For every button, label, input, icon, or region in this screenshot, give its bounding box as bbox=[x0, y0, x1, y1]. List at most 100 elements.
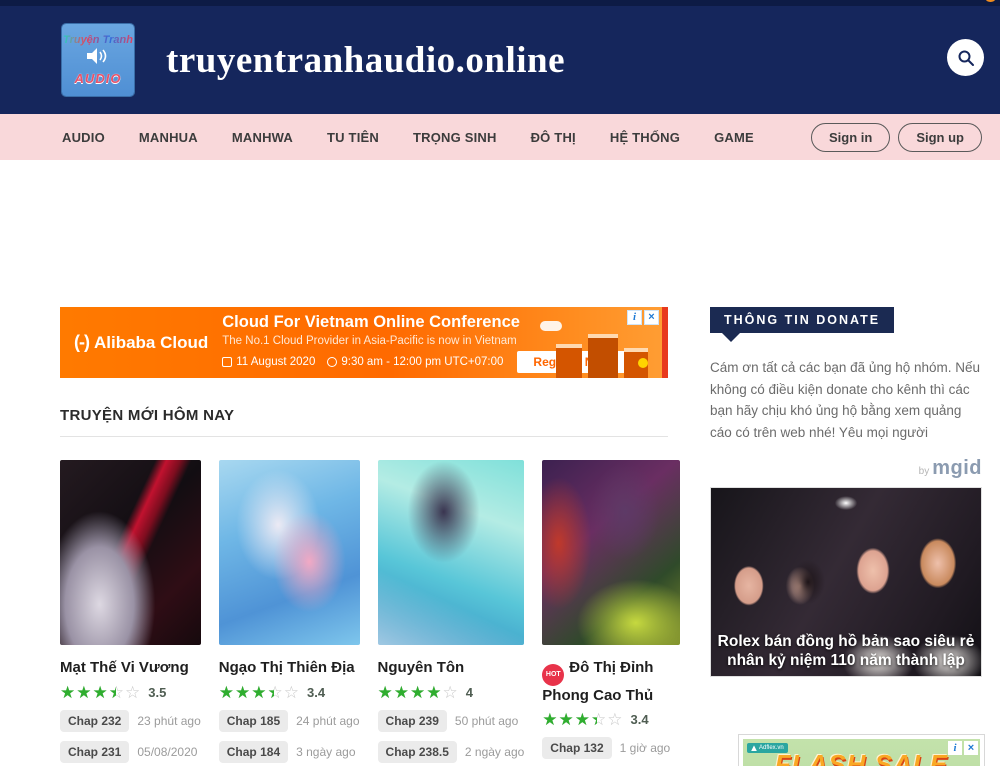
ad-network-icon bbox=[751, 745, 757, 751]
star-icon: ☆★ bbox=[251, 684, 266, 701]
clock-icon bbox=[327, 357, 337, 367]
site-title[interactable]: truyentranhaudio.online bbox=[166, 39, 565, 82]
section-title: TRUYỆN MỚI HÔM NAY bbox=[60, 407, 668, 424]
ad-headline: Cloud For Vietnam Online Conference bbox=[222, 312, 645, 333]
ad-info-icon[interactable]: i bbox=[627, 310, 642, 325]
rating-row: ☆★☆★☆★☆★☆★ 3.4 bbox=[219, 684, 360, 701]
star-rating: ☆★☆★☆★☆★☆★ bbox=[60, 684, 141, 701]
ad-close-icon[interactable]: × bbox=[644, 310, 659, 325]
location-pin-icon bbox=[634, 356, 647, 369]
star-icon: ☆★ bbox=[394, 684, 409, 701]
chapter-link[interactable]: Chap 185 bbox=[219, 710, 288, 732]
chapter-time: 50 phút ago bbox=[455, 714, 518, 728]
chapter-row: Chap 231 05/08/2020 bbox=[60, 741, 201, 763]
native-ad-caption[interactable]: Rolex bán đồng hồ bản sao siêu rẻ nhân k… bbox=[711, 632, 981, 671]
mgid-attribution[interactable]: bymgid bbox=[710, 457, 982, 480]
star-icon: ☆★ bbox=[542, 711, 557, 728]
nav-item-audio[interactable]: AUDIO bbox=[62, 130, 105, 145]
logo-text-top: Truyện Tranh bbox=[63, 34, 133, 46]
comic-title[interactable]: Ngạo Thị Thiên Địa bbox=[219, 658, 360, 678]
search-button[interactable] bbox=[947, 39, 984, 76]
chapter-link[interactable]: Chap 232 bbox=[60, 710, 129, 732]
ad-info-icon[interactable]: i bbox=[948, 741, 962, 755]
ad-close-icon[interactable]: × bbox=[964, 741, 978, 755]
star-rating: ☆★☆★☆★☆★☆★ bbox=[219, 684, 300, 701]
chapter-link[interactable]: Chap 239 bbox=[378, 710, 447, 732]
nav-item-do-thi[interactable]: ĐÔ THỊ bbox=[531, 130, 576, 145]
nav-item-game[interactable]: GAME bbox=[714, 130, 754, 145]
star-rating: ☆★☆★☆★☆★☆★ bbox=[542, 711, 623, 728]
comic-grid: Mạt Thế Vi Vương ☆★☆★☆★☆★☆★ 3.5 Chap 232… bbox=[60, 460, 668, 766]
chapter-link[interactable]: Chap 238.5 bbox=[378, 741, 457, 763]
comic-cover[interactable] bbox=[60, 460, 201, 645]
speaker-icon bbox=[87, 48, 109, 69]
ad-time: 9:30 am - 12:00 pm UTC+07:00 bbox=[341, 355, 503, 369]
comic-cover[interactable] bbox=[378, 460, 525, 645]
rating-row: ☆★☆★☆★☆★☆★ 4 bbox=[378, 684, 525, 701]
ad-choice-icons: i × bbox=[946, 741, 978, 755]
star-icon: ☆★ bbox=[284, 684, 299, 701]
chapter-link[interactable]: Chap 184 bbox=[219, 741, 288, 763]
comic-card: Nguyên Tôn ☆★☆★☆★☆★☆★ 4 Chap 239 50 phút… bbox=[378, 460, 525, 766]
register-now-button[interactable]: Register Now bbox=[517, 351, 626, 373]
sign-in-button[interactable]: Sign in bbox=[811, 123, 890, 152]
main-nav: AUDIO MANHUA MANHWA TU TIÊN TRỌNG SINH Đ… bbox=[0, 114, 1000, 160]
rating-row: ☆★☆★☆★☆★☆★ 3.4 bbox=[542, 711, 679, 728]
ad-detail-row: 11 August 2020 9:30 am - 12:00 pm UTC+07… bbox=[222, 351, 645, 373]
site-logo[interactable]: Truyện Tranh AUDIO bbox=[62, 24, 134, 96]
alibaba-ad-banner[interactable]: (-) Alibaba Cloud Cloud For Vietnam Onli… bbox=[60, 307, 668, 378]
site-header: Truyện Tranh AUDIO truyentranhaudio.onli… bbox=[0, 0, 1000, 114]
alibaba-brand-label: Alibaba Cloud bbox=[94, 333, 208, 353]
flash-sale-ad-body: Adflex.vn FLASH SALE XEM NGAY i × bbox=[743, 739, 980, 766]
ad-choice-icons: i × bbox=[625, 310, 659, 325]
comic-cover[interactable] bbox=[542, 460, 679, 645]
rating-value: 4 bbox=[466, 685, 473, 700]
search-icon bbox=[957, 49, 975, 67]
star-rating: ☆★☆★☆★☆★☆★ bbox=[378, 684, 459, 701]
nav-item-trong-sinh[interactable]: TRỌNG SINH bbox=[413, 130, 497, 145]
chapter-row: Chap 239 50 phút ago bbox=[378, 710, 525, 732]
sign-up-button[interactable]: Sign up bbox=[898, 123, 982, 152]
star-icon: ☆★ bbox=[378, 684, 393, 701]
nav-item-he-thong[interactable]: HỆ THỐNG bbox=[610, 130, 680, 145]
star-icon: ☆★ bbox=[60, 684, 75, 701]
comic-title[interactable]: Nguyên Tôn bbox=[378, 658, 525, 678]
nav-item-manhua[interactable]: MANHUA bbox=[139, 130, 198, 145]
hot-badge: HOT bbox=[542, 664, 564, 686]
chapter-time: 1 giờ ago bbox=[620, 741, 671, 755]
star-icon: ☆★ bbox=[575, 711, 590, 728]
alibaba-logo: (-) Alibaba Cloud bbox=[74, 332, 208, 353]
star-icon: ☆★ bbox=[591, 711, 606, 728]
ad-text-block: Cloud For Vietnam Online Conference The … bbox=[222, 312, 645, 373]
star-icon: ☆★ bbox=[410, 684, 425, 701]
star-icon: ☆★ bbox=[109, 684, 124, 701]
mgid-logo: mgid bbox=[932, 457, 982, 479]
chapter-time: 23 phút ago bbox=[137, 714, 200, 728]
chapter-row: Chap 232 23 phút ago bbox=[60, 710, 201, 732]
star-icon: ☆★ bbox=[443, 684, 458, 701]
nav-item-tu-tien[interactable]: TU TIÊN bbox=[327, 130, 379, 145]
ad-date: 11 August 2020 bbox=[236, 355, 315, 369]
mgid-by-label: by bbox=[919, 466, 930, 477]
comic-title[interactable]: HOTĐô Thị Đỉnh Phong Cao Thủ bbox=[542, 658, 679, 705]
comic-card: Ngạo Thị Thiên Địa ☆★☆★☆★☆★☆★ 3.4 Chap 1… bbox=[219, 460, 360, 766]
nav-item-manhwa[interactable]: MANHWA bbox=[232, 130, 293, 145]
rating-value: 3.5 bbox=[148, 685, 166, 700]
comic-cover[interactable] bbox=[219, 460, 360, 645]
chapter-link[interactable]: Chap 231 bbox=[60, 741, 129, 763]
star-icon: ☆★ bbox=[93, 684, 108, 701]
rating-row: ☆★☆★☆★☆★☆★ 3.5 bbox=[60, 684, 201, 701]
chapter-link[interactable]: Chap 132 bbox=[542, 737, 611, 759]
rating-value: 3.4 bbox=[631, 712, 649, 727]
sidebar: THÔNG TIN DONATE Cám ơn tất cả các bạn đ… bbox=[710, 307, 982, 766]
native-ad[interactable]: Rolex bán đồng hồ bản sao siêu rẻ nhân k… bbox=[710, 487, 982, 677]
donate-text: Cám ơn tất cả các bạn đã ủng hộ nhóm. Nế… bbox=[710, 357, 982, 443]
chapter-time: 2 ngày ago bbox=[465, 745, 524, 759]
star-icon: ☆★ bbox=[125, 684, 140, 701]
comic-title[interactable]: Mạt Thế Vi Vương bbox=[60, 658, 201, 678]
alibaba-logo-mark: (-) bbox=[74, 332, 89, 353]
rating-value: 3.4 bbox=[307, 685, 325, 700]
flash-sale-ad[interactable]: Adflex.vn FLASH SALE XEM NGAY i × bbox=[738, 734, 985, 766]
chapter-time: 24 phút ago bbox=[296, 714, 359, 728]
star-icon: ☆★ bbox=[76, 684, 91, 701]
